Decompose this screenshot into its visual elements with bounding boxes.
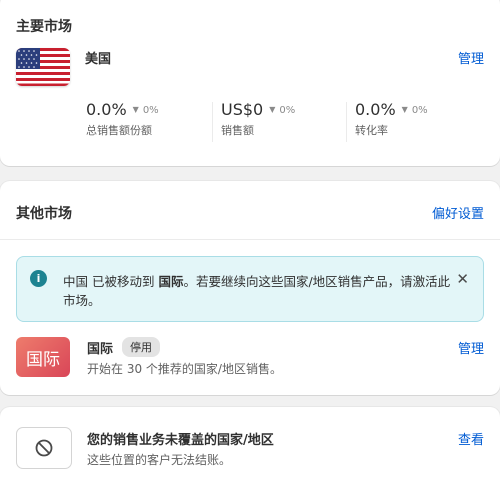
stat-value: 0.0% [86,100,127,119]
banner-text-bold: 国际 [158,274,184,289]
stat-sales: US$0 ▼ 0% 销售额 [221,100,295,138]
primary-market-title: 主要市场 [16,19,72,35]
manage-primary-market-link[interactable]: 管理 [458,48,484,67]
banner-message: 中国 已被移动到 国际。若要继续向这些国家/地区销售产品，请激活此市场。 [63,272,457,310]
uncovered-regions-description: 这些位置的客户无法结账。 [87,453,232,467]
international-market-icon: 国际 [16,337,70,377]
market-name-us: 美国 [85,52,112,67]
us-flag-icon [16,48,70,86]
stat-label: 销售额 [221,124,254,137]
caret-down-icon: ▼ [401,105,408,114]
info-banner: i 中国 已被移动到 国际。若要继续向这些国家/地区销售产品，请激活此市场。 ✕ [16,256,484,322]
section-divider [0,239,500,240]
caret-down-icon: ▼ [132,105,139,114]
stat-delta: 0% [279,105,296,116]
stat-divider [212,102,213,142]
international-market-name: 国际 [87,342,114,357]
stat-value: US$0 [221,100,264,119]
view-uncovered-link[interactable]: 查看 [458,429,484,448]
preferences-link[interactable]: 偏好设置 [432,203,484,222]
manage-international-link[interactable]: 管理 [458,338,484,357]
stat-delta: 0% [142,105,159,116]
info-icon: i [30,270,47,287]
close-icon[interactable]: ✕ [456,270,469,288]
stat-divider [346,102,347,142]
banner-text-part: 中国 已被移动到 [63,274,159,289]
stat-sales-share: 0.0% ▼ 0% 总销售额份额 [86,100,159,138]
primary-market-card: 主要市场 美国 管理 0.0% ▼ 0% 总销售额份额 US$0 ▼ 0% 销售… [0,0,500,166]
status-badge: 停用 [122,337,160,357]
stat-label: 转化率 [355,124,388,137]
other-markets-title: 其他市场 [16,206,72,222]
international-market-description: 开始在 30 个推荐的国家/地区销售。 [87,362,282,376]
uncovered-regions-title: 您的销售业务未覆盖的国家/地区 [87,433,274,448]
stat-delta: 0% [411,105,428,116]
stat-value: 0.0% [355,100,396,119]
blocked-icon [16,427,72,469]
stat-label: 总销售额份额 [86,124,152,137]
caret-down-icon: ▼ [269,105,276,114]
stat-conversion: 0.0% ▼ 0% 转化率 [355,100,428,138]
